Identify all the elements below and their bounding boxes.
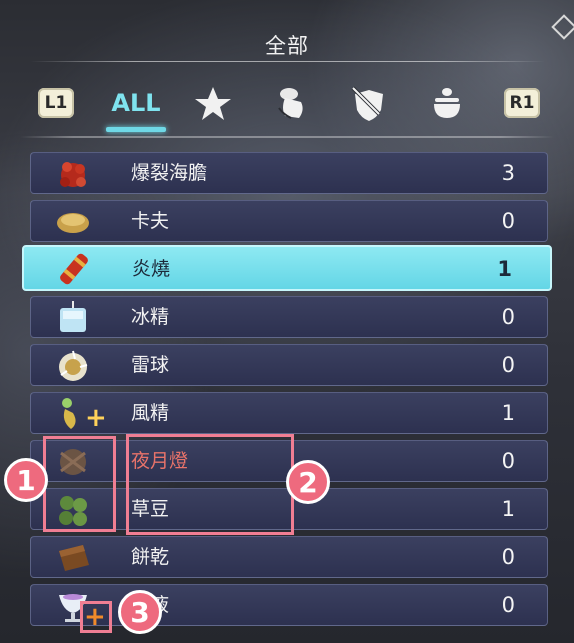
item-count: 0: [501, 209, 515, 233]
item-row[interactable]: 風精 1: [30, 392, 548, 434]
item-count: 1: [501, 401, 515, 425]
cookie-icon: [59, 545, 89, 571]
sword-shield-icon[interactable]: [348, 84, 390, 124]
urchin-icon: [60, 162, 86, 187]
fire-stick-icon: [60, 253, 88, 285]
ice-cube-icon: [60, 301, 86, 332]
item-count: 1: [501, 497, 515, 521]
plus-icon: +: [85, 403, 107, 433]
page-title: 全部: [265, 34, 309, 58]
item-row-selected[interactable]: 炎燒 1: [22, 245, 552, 291]
item-count: 0: [501, 449, 515, 473]
item-count: 0: [501, 545, 515, 569]
annotation-badge-2: 2: [286, 460, 330, 504]
tab-all[interactable]: ALL: [108, 87, 164, 119]
item-name: 風精: [131, 402, 170, 424]
annotation-badge-1: 1: [4, 458, 48, 502]
item-count: 0: [501, 353, 515, 377]
thunder-ball-icon: [59, 350, 88, 381]
cauldron-icon[interactable]: [426, 84, 468, 124]
item-name: 爆裂海膽: [131, 162, 208, 184]
item-row[interactable]: 雷球 0: [30, 344, 548, 386]
item-name: 卡夫: [131, 210, 170, 232]
item-row[interactable]: 餅乾 0: [30, 536, 548, 578]
tab-divider: [20, 136, 554, 138]
item-row[interactable]: 爆裂海膽 3: [30, 152, 548, 194]
item-count: 0: [501, 593, 515, 617]
item-count: 3: [501, 161, 515, 185]
active-tab-underline: [106, 127, 166, 132]
item-name: 餅乾: [131, 546, 170, 568]
title-divider: [30, 61, 545, 62]
item-name: 冰精: [131, 306, 170, 328]
item-count: 1: [497, 257, 512, 281]
item-name: 炎燒: [132, 258, 171, 280]
highlight-box-icons: [43, 436, 116, 532]
r1-key-button[interactable]: R1: [504, 88, 540, 118]
annotation-badge-3: 3: [118, 590, 162, 634]
highlight-box-names: [126, 434, 294, 535]
item-row[interactable]: 冰精 0: [30, 296, 548, 338]
plus-icon: +: [84, 602, 106, 632]
item-count: 0: [501, 305, 515, 329]
hand-pouch-icon[interactable]: [270, 84, 312, 124]
star-icon[interactable]: [192, 84, 234, 124]
l1-key-button[interactable]: L1: [38, 88, 74, 118]
item-row[interactable]: 卡夫 0: [30, 200, 548, 242]
item-name: 雷球: [131, 354, 170, 376]
category-tab-bar: L1 ALL R1: [0, 80, 574, 140]
bread-icon: [57, 213, 89, 233]
